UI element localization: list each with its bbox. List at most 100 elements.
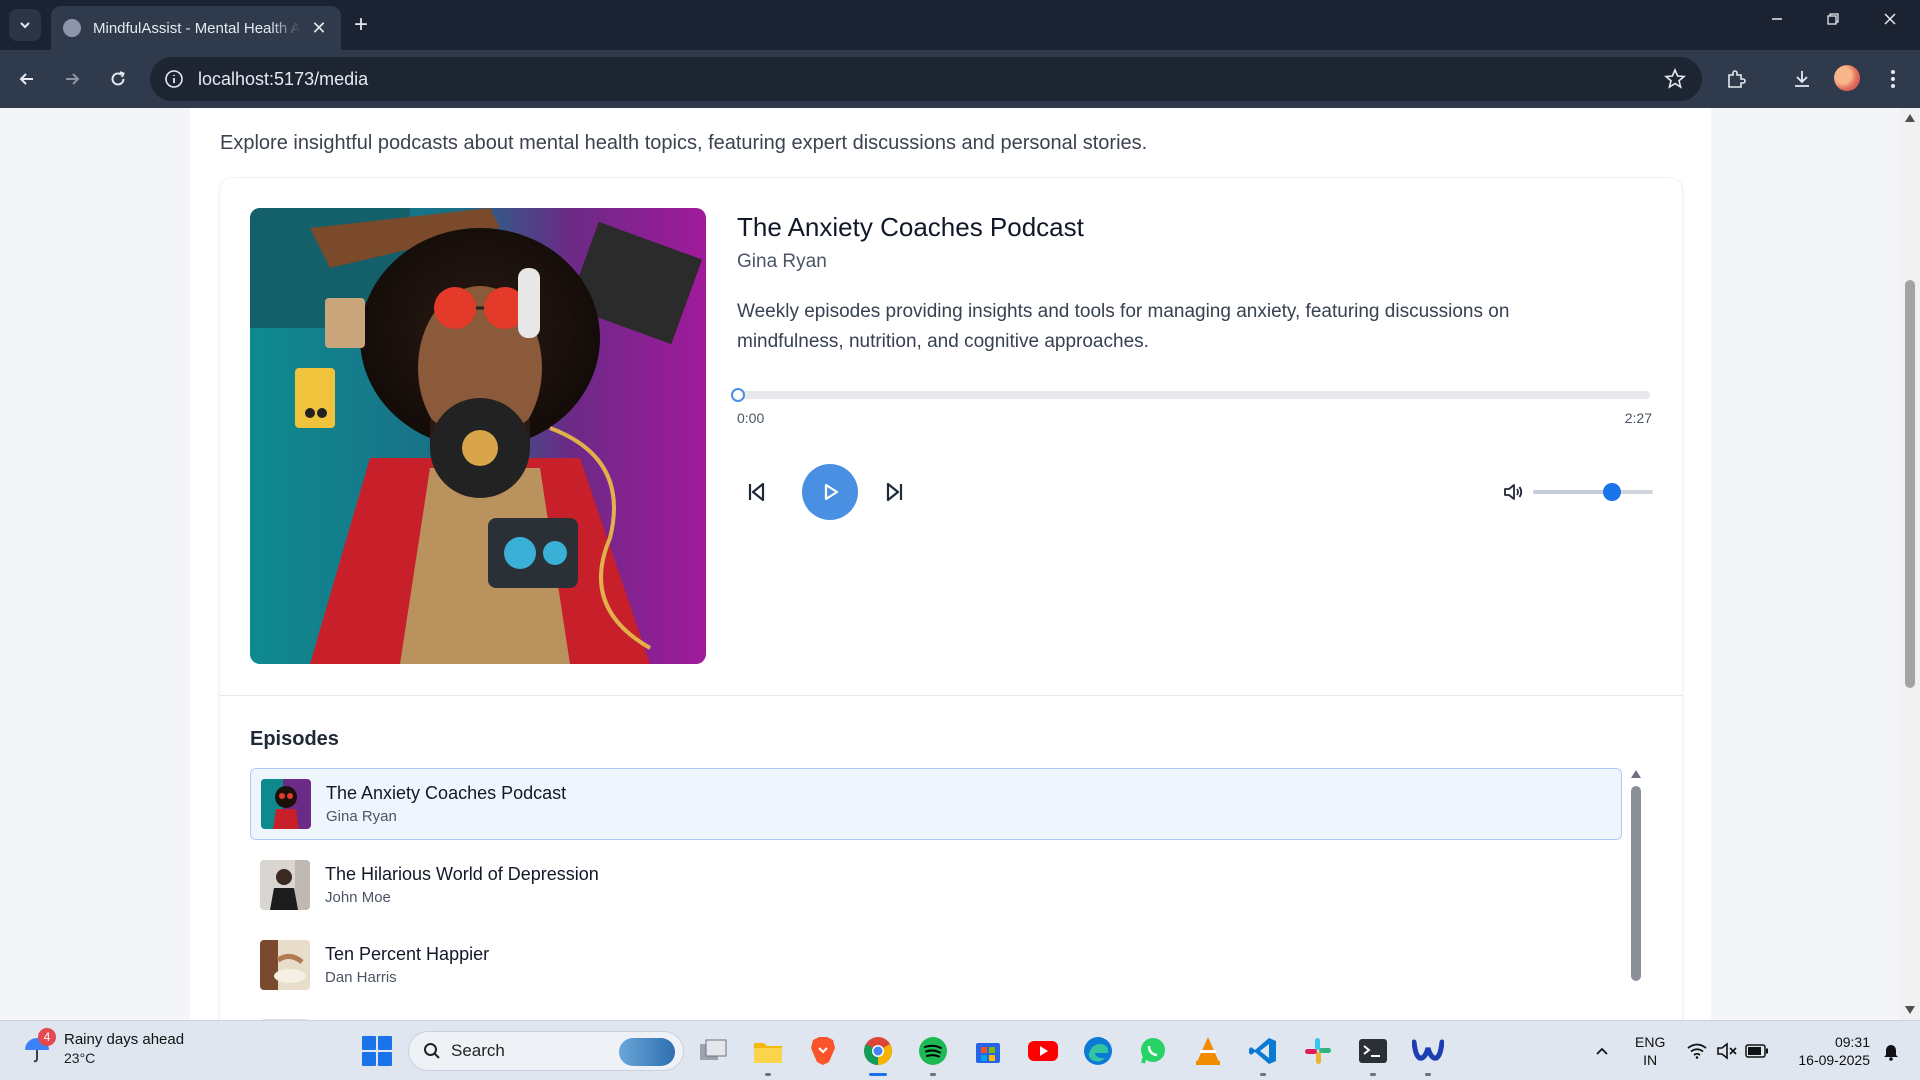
progress-thumb[interactable] [731,388,745,402]
chevron-down-icon [20,22,30,29]
episode-item[interactable]: The Anxiety Coaches Podcast Gina Ryan [250,768,1622,840]
page-scrollbar[interactable] [1900,108,1920,1020]
podcast-cover-art [250,208,706,664]
scroll-up-arrow-icon[interactable] [1905,114,1915,122]
new-tab-button[interactable]: + [354,12,368,38]
input-language[interactable]: ENG IN [1635,1033,1665,1069]
tab-search-button[interactable] [9,9,41,41]
weather-title: Rainy days ahead [64,1031,185,1048]
play-icon [824,483,839,501]
episode-item-partial[interactable] [250,1008,1622,1020]
podcast-title: The Anxiety Coaches Podcast [737,212,1084,242]
previous-button[interactable] [740,476,772,508]
start-button[interactable] [362,1036,392,1066]
vscode-icon[interactable] [1246,1034,1280,1076]
episode-list-scrollbar[interactable] [1630,770,1642,990]
episode-title: The Anxiety Coaches Podcast [326,783,567,803]
chevron-up-icon [1596,1047,1608,1055]
downloads-button[interactable] [1788,65,1816,93]
clock-date: 16-09-2025 [1798,1052,1870,1068]
restore-icon [1827,13,1839,25]
taskbar-search[interactable]: Search [408,1031,684,1071]
volume-thumb[interactable] [1603,483,1622,501]
extensions-button[interactable] [1722,65,1750,93]
episodes-heading: Episodes [250,728,339,750]
browser-tab-active[interactable]: MindfulAssist - Mental Health Assistant … [51,6,341,50]
system-clock[interactable]: 09:31 16-09-2025 [1780,1033,1870,1069]
podcast-player-card: The Anxiety Coaches Podcast Gina Ryan We… [220,178,1682,1020]
scroll-up-arrow-icon[interactable] [1631,770,1641,778]
episode-item[interactable]: Ten Percent Happier Dan Harris [250,929,1622,1001]
total-duration: 2:27 [1624,410,1652,426]
clock-time: 09:31 [1834,1034,1870,1050]
address-bar[interactable]: localhost:5173/media [150,57,1702,101]
weather-widget[interactable]: 4 Rainy days ahead 23°C [22,1027,185,1066]
windows-taskbar: 4 Rainy days ahead 23°C Search ENG IN 09… [0,1020,1920,1080]
browser-menu-button[interactable] [1879,65,1907,93]
page-intro-text: Explore insightful podcasts about mental… [220,132,1148,154]
page-scrollbar-thumb[interactable] [1905,280,1915,688]
episode-title: Ten Percent Happier [325,944,490,964]
task-view-icon[interactable] [696,1034,730,1068]
show-hidden-icons-button[interactable] [1585,1034,1619,1068]
terminal-icon[interactable] [1356,1034,1390,1076]
speaker-muted-icon[interactable] [1710,1034,1744,1068]
battery-icon[interactable] [1740,1034,1774,1068]
brave-browser-icon[interactable] [806,1034,840,1068]
info-icon[interactable] [164,69,184,89]
search-icon [424,1043,440,1059]
skip-forward-icon [886,482,903,502]
download-icon [1795,71,1809,87]
youtube-icon[interactable] [1026,1034,1060,1068]
puzzle-icon [1728,70,1746,88]
arrow-left-icon [19,73,33,85]
search-highlight-art [619,1038,675,1066]
skip-back-icon [748,482,765,502]
episode-thumbnail [260,940,310,990]
close-icon [1884,13,1896,25]
player-controls [737,464,1653,520]
cover-illustration [250,208,706,664]
playback-progress[interactable]: 0:00 2:27 [731,386,1652,426]
edge-icon[interactable] [1081,1034,1115,1068]
episode-thumbnail [261,779,311,829]
podcast-author: Gina Ryan [737,251,827,272]
vlc-icon[interactable] [1191,1034,1225,1068]
notification-bell-icon[interactable] [1874,1034,1908,1068]
volume-icon [1504,484,1523,500]
podcast-description: Weekly episodes providing insights and t… [737,301,1510,352]
browser-toolbar: localhost:5173/media [0,50,1920,108]
umbrella-icon: 4 [22,1027,56,1064]
episode-item[interactable]: The Hilarious World of Depression John M… [250,849,1622,921]
scrollbar-thumb[interactable] [1631,786,1641,981]
section-divider [220,695,1682,696]
forward-button[interactable] [57,64,87,94]
play-button[interactable] [802,464,858,520]
url-text[interactable]: localhost:5173/media [198,69,368,90]
slack-icon[interactable] [1301,1034,1335,1068]
scroll-down-arrow-icon[interactable] [1905,1006,1915,1014]
wifi-icon[interactable] [1680,1034,1714,1068]
reload-icon [111,71,125,86]
next-button[interactable] [879,476,911,508]
volume-button[interactable] [1502,481,1524,503]
webex-icon[interactable] [1411,1034,1445,1076]
volume-slider[interactable] [1533,483,1653,501]
episode-list: The Anxiety Coaches Podcast Gina Ryan Th… [250,768,1622,1020]
whatsapp-icon[interactable] [1136,1034,1170,1068]
back-button[interactable] [12,64,42,94]
region-code: IN [1643,1052,1658,1068]
minimize-button[interactable] [1757,10,1797,31]
bookmark-star-icon[interactable] [1664,68,1686,90]
close-tab-icon[interactable]: ✕ [309,18,329,39]
chrome-icon[interactable] [861,1034,895,1076]
microsoft-store-icon[interactable] [971,1034,1005,1068]
progress-track[interactable] [737,391,1650,399]
file-explorer-icon[interactable] [751,1034,785,1076]
current-time: 0:00 [737,410,765,426]
restore-button[interactable] [1813,10,1853,31]
reload-button[interactable] [103,64,133,94]
close-window-button[interactable] [1870,10,1910,31]
spotify-icon[interactable] [916,1034,950,1076]
profile-avatar[interactable] [1834,65,1860,91]
